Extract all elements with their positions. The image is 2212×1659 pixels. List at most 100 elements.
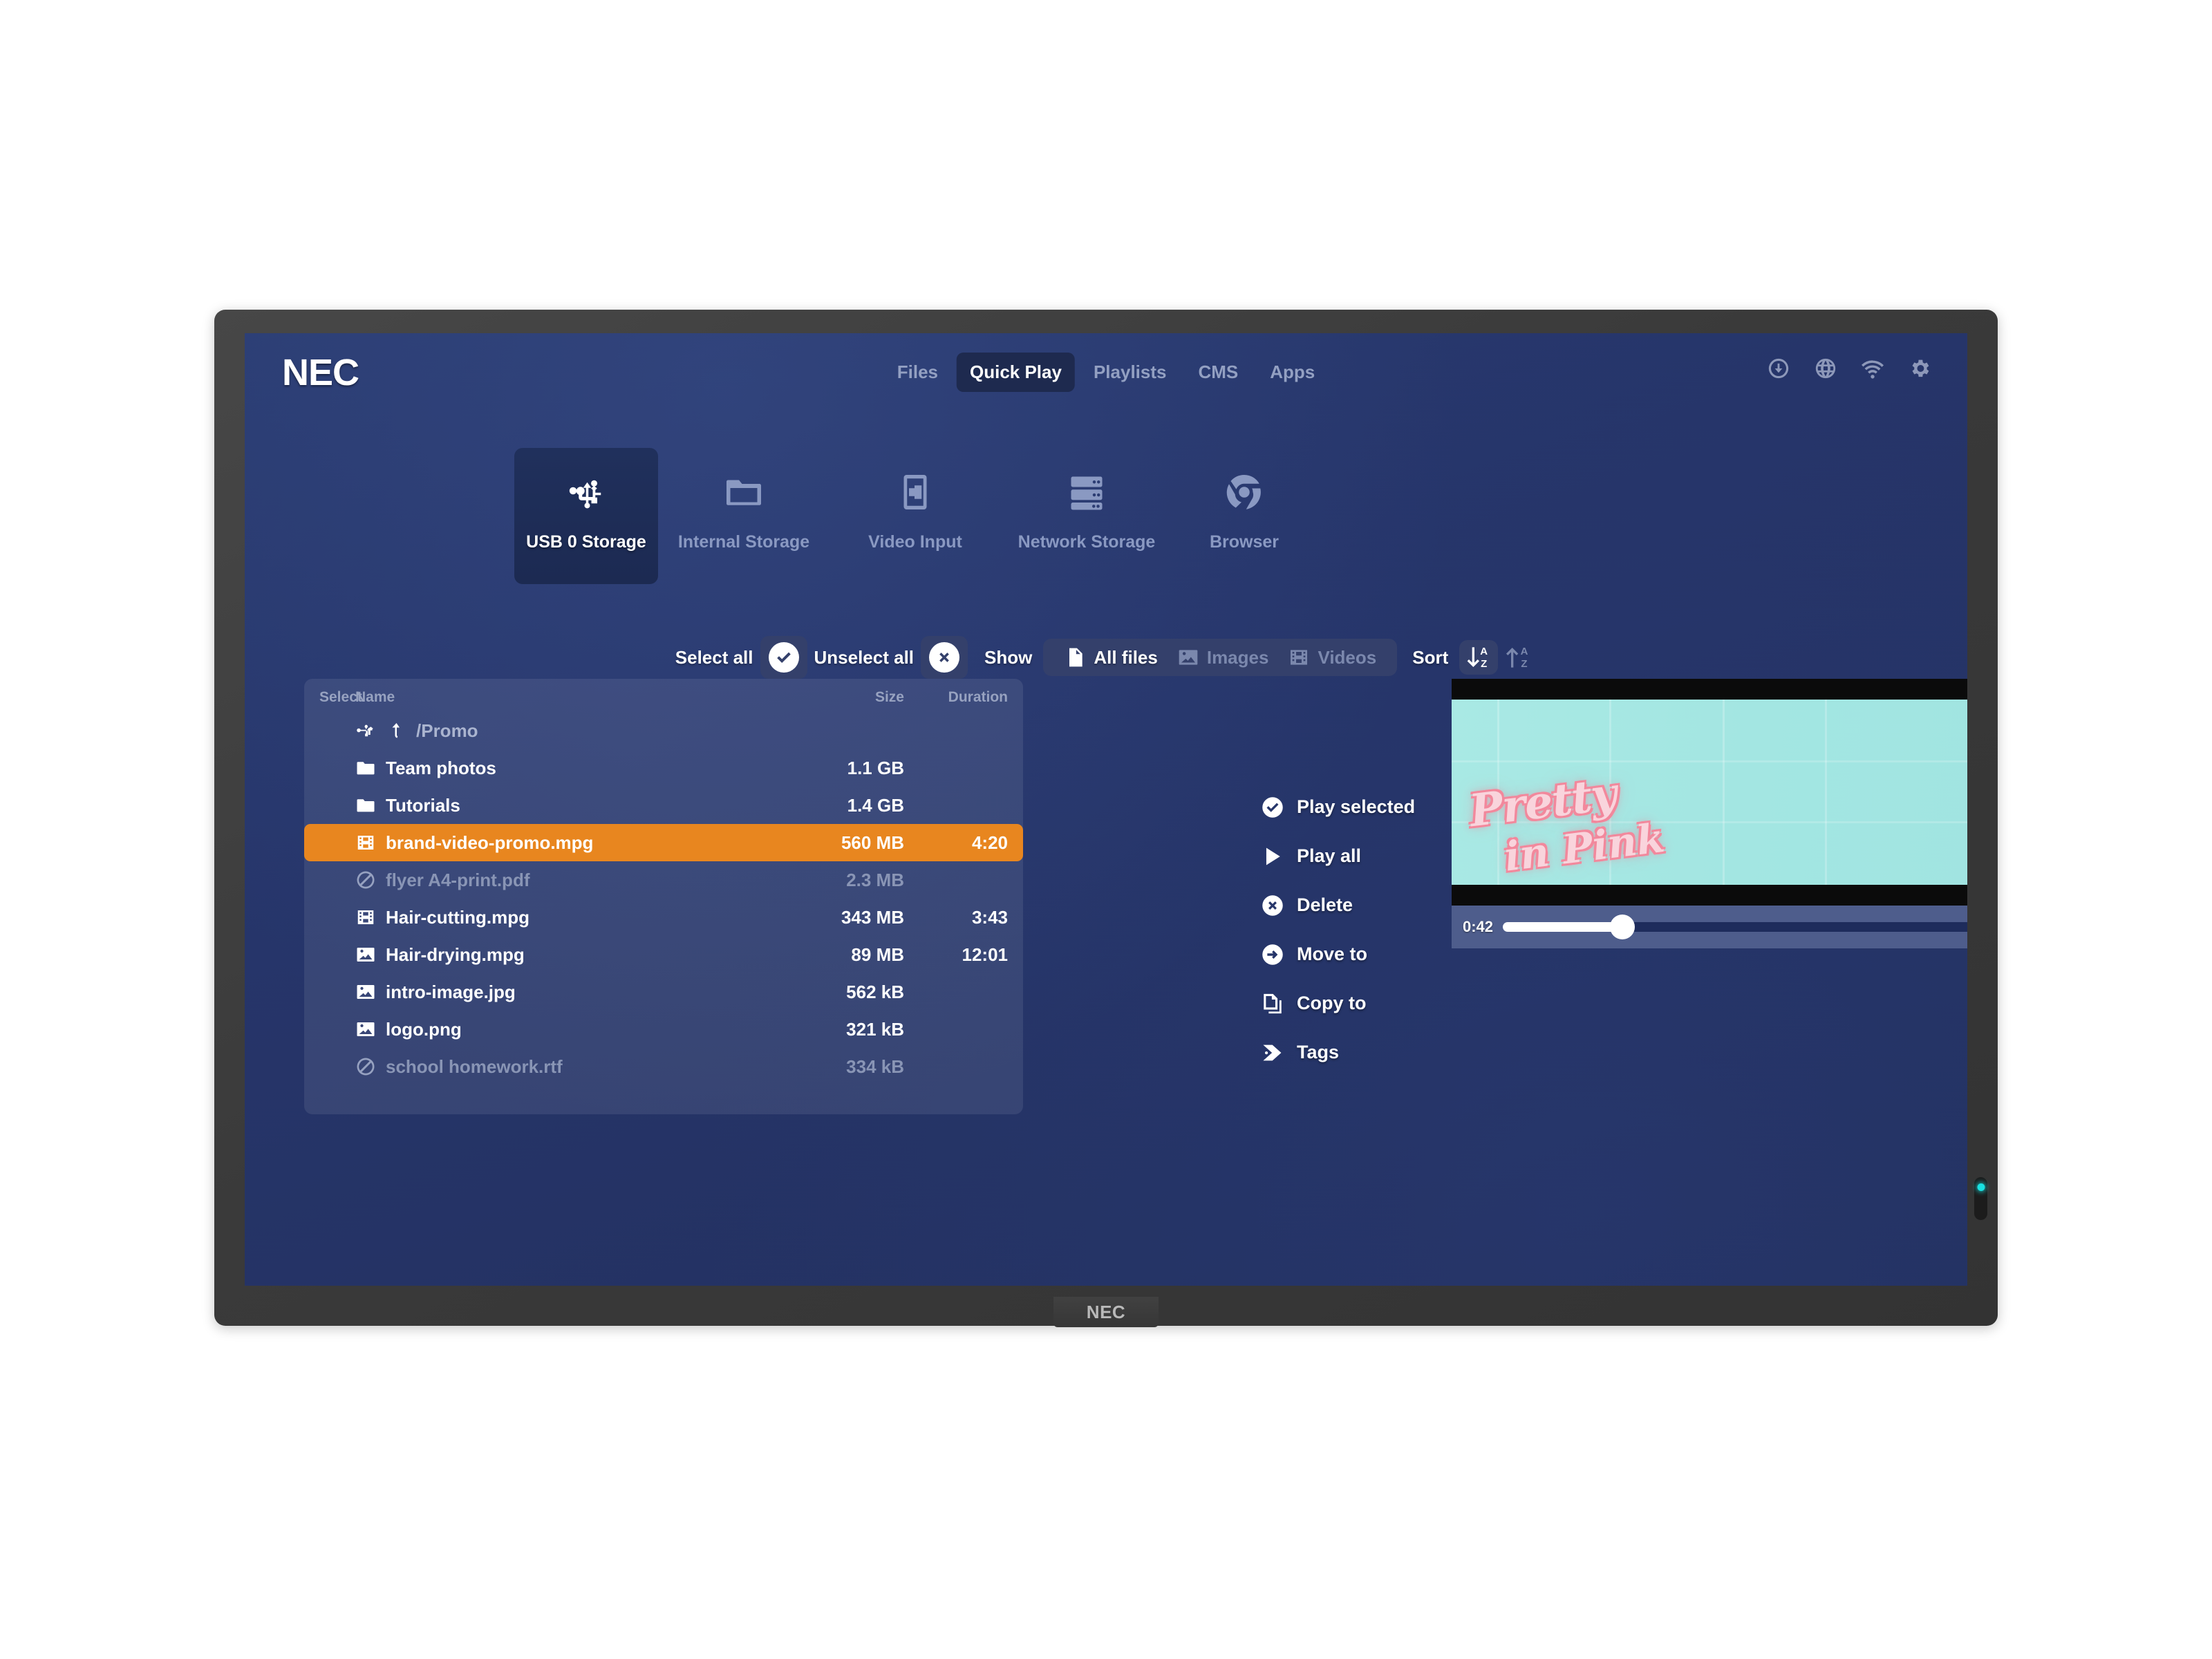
folder-icon — [355, 795, 376, 816]
file-name: Hair-drying.mpg — [386, 944, 525, 965]
action-menu: Play selected Play all Delete Move to Co… — [1261, 782, 1415, 1077]
action-delete[interactable]: Delete — [1261, 881, 1415, 930]
source-selector: USB 0 Storage Internal Storage Video Inp… — [514, 448, 1316, 584]
breadcrumb-row[interactable]: /Promo — [304, 712, 1023, 749]
filter-label: All files — [1094, 646, 1158, 668]
film-icon — [355, 907, 376, 928]
file-name: Tutorials — [386, 794, 460, 816]
svg-text:Z: Z — [1481, 658, 1487, 670]
nav-item-playlists[interactable]: Playlists — [1080, 353, 1180, 392]
seek-knob[interactable] — [1610, 915, 1635, 939]
tag-icon — [1261, 1041, 1284, 1065]
chrome-icon — [1224, 471, 1265, 513]
table-row[interactable]: Tutorials 1.4 GB — [304, 787, 1023, 824]
source-label: Browser — [1209, 532, 1280, 552]
source-tile-network-storage[interactable]: Network Storage — [1001, 448, 1172, 570]
power-led-housing — [1974, 1177, 1987, 1220]
unselect-all-button[interactable] — [921, 636, 968, 679]
nav-item-files[interactable]: Files — [884, 353, 951, 392]
show-label: Show — [984, 646, 1033, 668]
file-name: intro-image.jpg — [386, 981, 516, 1002]
video-poster: Pretty in Pink — [1452, 700, 1967, 885]
model-figure — [1951, 700, 1967, 885]
display-monitor: NEC Files Quick Play Playlists CMS Apps — [214, 310, 1998, 1327]
file-duration: 4:20 — [971, 832, 1008, 853]
action-label: Copy to — [1297, 993, 1367, 1013]
download-icon[interactable] — [1767, 357, 1790, 380]
seek-fill — [1503, 922, 1623, 932]
current-time: 0:42 — [1463, 918, 1494, 935]
table-row[interactable]: intro-image.jpg 562 kB — [304, 973, 1023, 1011]
gear-icon[interactable] — [1908, 357, 1931, 380]
file-toolbar: Select all Unselect all Show All files I… — [245, 636, 1967, 679]
file-size: 562 kB — [846, 981, 904, 1002]
image-icon — [355, 944, 376, 965]
file-size: 1.1 GB — [847, 757, 904, 778]
copy-icon — [1261, 992, 1284, 1015]
seek-track[interactable] — [1503, 915, 1967, 939]
main-nav: Files Quick Play Playlists CMS Apps — [884, 353, 1329, 392]
source-tile-video-input[interactable]: Video Input — [830, 448, 1001, 570]
source-label: Internal Storage — [677, 532, 810, 552]
table-row-disabled: flyer A4-print.pdf 2.3 MB — [304, 861, 1023, 899]
file-size: 2.3 MB — [846, 869, 904, 890]
nav-item-quick-play[interactable]: Quick Play — [956, 353, 1075, 392]
blocked-icon — [355, 870, 376, 890]
sort-descending-button[interactable]: AZ — [1459, 640, 1499, 675]
svg-text:A: A — [1521, 646, 1528, 657]
action-move-to[interactable]: Move to — [1261, 930, 1415, 979]
table-row[interactable]: Team photos 1.1 GB — [304, 749, 1023, 787]
action-play-all[interactable]: Play all — [1261, 832, 1415, 881]
video-frame[interactable]: Pretty in Pink — [1452, 679, 1967, 906]
wifi-icon[interactable] — [1861, 357, 1884, 380]
play-icon — [1261, 845, 1284, 868]
table-row-selected[interactable]: brand-video-promo.mpg 560 MB 4:20 — [304, 824, 1023, 861]
select-all-label: Select all — [675, 646, 753, 668]
file-duration: 12:01 — [962, 944, 1009, 965]
source-label: USB 0 Storage — [526, 532, 646, 552]
select-all-button[interactable] — [760, 636, 807, 679]
x-circle-icon — [929, 642, 960, 673]
source-label: Network Storage — [1018, 532, 1156, 552]
file-size: 1.4 GB — [847, 794, 904, 816]
player-progress-bar: 0:42 3:43 — [1452, 906, 1967, 948]
globe-icon[interactable] — [1814, 357, 1837, 380]
sort-ascending-button[interactable]: AZ — [1498, 640, 1537, 675]
image-icon — [355, 1019, 376, 1040]
file-name: Team photos — [386, 757, 496, 778]
up-arrow-icon — [386, 720, 406, 741]
file-size: 321 kB — [846, 1018, 904, 1040]
file-list-panel[interactable]: Select Name Size Duration /Promo Team ph… — [304, 679, 1023, 1114]
source-label: Video Input — [868, 532, 962, 552]
check-circle-icon — [768, 642, 799, 673]
filter-all-files[interactable]: All files — [1054, 645, 1167, 670]
action-play-selected[interactable]: Play selected — [1261, 782, 1415, 832]
nav-item-apps[interactable]: Apps — [1257, 353, 1328, 392]
action-tags[interactable]: Tags — [1261, 1028, 1415, 1077]
monitor-chin-logo: NEC — [1053, 1297, 1159, 1327]
table-row[interactable]: Hair-cutting.mpg 343 MB 3:43 — [304, 899, 1023, 936]
svg-text:Z: Z — [1521, 658, 1528, 670]
power-led-indicator — [1977, 1183, 1985, 1191]
action-copy-to[interactable]: Copy to — [1261, 979, 1415, 1028]
server-icon — [1066, 471, 1107, 513]
arrow-right-circle-icon — [1261, 943, 1284, 966]
source-tile-internal-storage[interactable]: Internal Storage — [658, 448, 830, 570]
source-tile-browser[interactable]: Browser — [1172, 448, 1316, 570]
action-label: Move to — [1297, 944, 1368, 964]
filter-videos[interactable]: Videos — [1278, 645, 1386, 670]
nav-item-cms[interactable]: CMS — [1185, 353, 1251, 392]
file-duration: 3:43 — [971, 906, 1008, 928]
filter-images[interactable]: Images — [1168, 645, 1279, 670]
film-icon — [1288, 646, 1310, 668]
sort-label: Sort — [1412, 646, 1449, 668]
table-row-disabled: school homework.rtf 334 kB — [304, 1048, 1023, 1085]
breadcrumb-path: /Promo — [416, 720, 478, 741]
file-size: 343 MB — [841, 906, 904, 928]
status-icon-tray — [1767, 357, 1931, 380]
x-circle-icon — [1261, 894, 1284, 917]
source-tile-usb-0-storage[interactable]: USB 0 Storage — [514, 448, 658, 584]
table-row[interactable]: Hair-drying.mpg 89 MB 12:01 — [304, 936, 1023, 973]
table-row[interactable]: logo.png 321 kB — [304, 1011, 1023, 1048]
nec-logo: NEC — [282, 352, 359, 393]
